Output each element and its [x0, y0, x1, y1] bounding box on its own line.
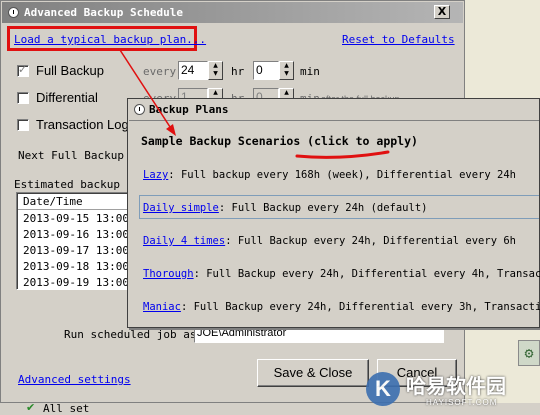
annotation-underline — [295, 150, 390, 159]
watermark-brand: 哈易软件园 — [406, 374, 506, 398]
watermark-logo: K — [366, 372, 400, 406]
annotation-arrow-head — [166, 124, 176, 136]
annotation-overlay — [119, 49, 390, 159]
status-text: All set — [43, 402, 90, 415]
watermark-url: HAYISOFT.COM — [426, 398, 498, 407]
check-icon: ✔ — [26, 401, 36, 414]
annotation-arrow-line — [119, 49, 173, 131]
watermark: K 哈易软件园 HAYISOFT.COM — [366, 370, 540, 415]
